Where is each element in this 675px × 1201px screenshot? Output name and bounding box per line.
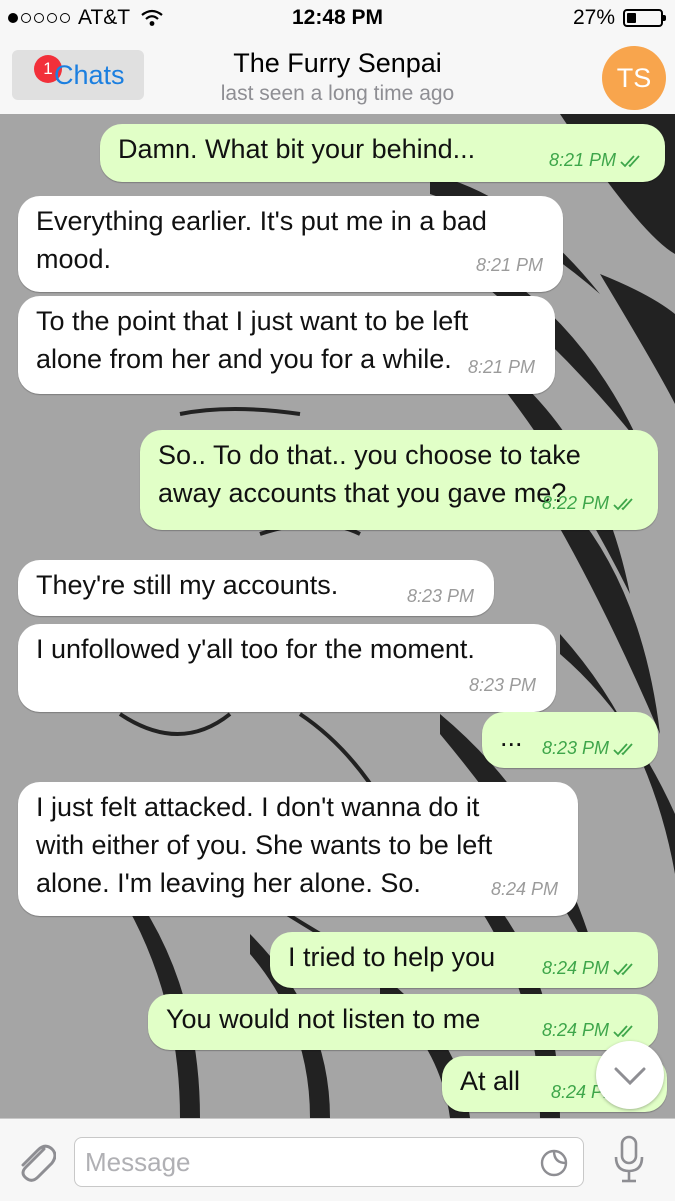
message-line: At all — [460, 1066, 521, 1096]
microphone-icon[interactable] — [612, 1135, 646, 1185]
message-line: You would not listen to me — [166, 1004, 481, 1034]
message-line: Damn. What bit your behind... — [118, 134, 476, 164]
time-label: 8:24 PM — [490, 879, 558, 899]
incoming-message[interactable]: They're still my accounts. 8:23 PM — [18, 560, 494, 616]
message-text: ... — [500, 718, 523, 756]
time-label: 8:21 PM — [548, 150, 616, 170]
incoming-message[interactable]: I just felt attacked. I don't wanna do i… — [18, 782, 578, 916]
message-line: with either of you. She wants to be left — [36, 830, 493, 860]
message-text: Everything earlier. It's put me in a bad… — [36, 202, 487, 278]
message-line: alone from her and you for a while. — [36, 344, 452, 374]
time-label: 8:21 PM — [467, 357, 535, 377]
battery-percent: 27% — [572, 6, 615, 29]
message-text: I unfollowed y'all too for the moment. — [36, 630, 475, 668]
sticker-icon[interactable] — [539, 1148, 569, 1178]
message-text: To the point that I just want to be left… — [36, 302, 468, 378]
avatar[interactable]: TS — [602, 46, 666, 110]
time-label: 8:24 PM — [541, 958, 609, 978]
time-label: 8:22 PM — [541, 493, 609, 513]
message-timestamp: 8:21 PM — [476, 246, 543, 284]
message-text: They're still my accounts. — [36, 566, 338, 604]
outgoing-message[interactable]: So.. To do that.. you choose to take away… — [140, 430, 658, 530]
chevron-down-icon — [614, 1067, 646, 1086]
status-bar: AT&T 12:48 PM 27% — [0, 0, 675, 36]
time-label: 8:24 PM — [541, 1020, 609, 1040]
message-line: I unfollowed y'all too for the moment. — [36, 634, 475, 664]
message-text: So.. To do that.. you choose to take away… — [158, 436, 581, 512]
message-timestamp: 8:24 PM — [491, 870, 558, 908]
message-line: away accounts that you gave me? — [158, 478, 567, 508]
outgoing-message[interactable]: I tried to help you 8:24 PM — [270, 932, 658, 988]
message-text: I tried to help you — [288, 938, 495, 976]
message-line: They're still my accounts. — [36, 570, 339, 600]
battery-icon — [623, 9, 666, 27]
time-label: 8:23 PM — [541, 738, 609, 758]
outgoing-message[interactable]: You would not listen to me 8:24 PM — [148, 994, 658, 1050]
message-line: ... — [500, 722, 523, 752]
chat-title[interactable]: The Furry Senpai — [0, 48, 675, 79]
message-line: I tried to help you — [288, 942, 496, 972]
message-input[interactable]: Message — [74, 1137, 584, 1187]
message-timestamp: 8:23 PM — [542, 729, 638, 767]
scroll-to-bottom-button[interactable] — [596, 1041, 664, 1109]
message-line: mood. — [36, 244, 112, 274]
message-text: I just felt attacked. I don't wanna do i… — [36, 788, 492, 902]
message-timestamp: 8:22 PM — [542, 484, 638, 522]
double-check-icon — [613, 963, 633, 976]
paperclip-icon[interactable] — [14, 1137, 56, 1183]
double-check-icon — [613, 1025, 633, 1038]
incoming-message[interactable]: To the point that I just want to be left… — [18, 296, 555, 394]
incoming-message[interactable]: I unfollowed y'all too for the moment. 8:… — [18, 624, 556, 712]
message-text: You would not listen to me — [166, 1000, 480, 1038]
outgoing-message[interactable]: Damn. What bit your behind... 8:21 PM — [100, 124, 665, 182]
message-line: So.. To do that.. you choose to take — [158, 440, 581, 470]
double-check-icon — [613, 743, 633, 756]
double-check-icon — [620, 155, 640, 168]
time-label: 8:23 PM — [468, 675, 536, 695]
message-timestamp: 8:23 PM — [407, 577, 474, 615]
battery-status: 27% — [572, 6, 666, 30]
message-text: At all — [460, 1062, 520, 1100]
composer-bar: Message — [0, 1118, 675, 1201]
message-timestamp: 8:23 PM — [469, 666, 536, 704]
chat-header: 1 Chats The Furry Senpai last seen a lon… — [0, 36, 675, 115]
message-timestamp: 8:21 PM — [549, 141, 645, 179]
message-timestamp: 8:24 PM — [542, 949, 638, 987]
time-label: 8:21 PM — [475, 255, 543, 275]
time-label: 8:23 PM — [406, 586, 474, 606]
message-text: Damn. What bit your behind... — [118, 130, 475, 168]
message-timestamp: 8:21 PM — [468, 348, 535, 386]
message-line: alone. I'm leaving her alone. So. — [36, 868, 421, 898]
last-seen-status: last seen a long time ago — [220, 82, 455, 105]
message-list[interactable]: Damn. What bit your behind... 8:21 PM Ever… — [0, 114, 675, 1118]
message-line: To the point that I just want to be left — [36, 306, 469, 336]
outgoing-message[interactable]: ... 8:23 PM — [482, 712, 658, 768]
message-line: Everything earlier. It's put me in a bad — [36, 206, 487, 236]
message-placeholder: Message — [85, 1147, 191, 1177]
message-line: I just felt attacked. I don't wanna do i… — [36, 792, 480, 822]
incoming-message[interactable]: Everything earlier. It's put me in a bad… — [18, 196, 563, 292]
double-check-icon — [613, 498, 633, 511]
